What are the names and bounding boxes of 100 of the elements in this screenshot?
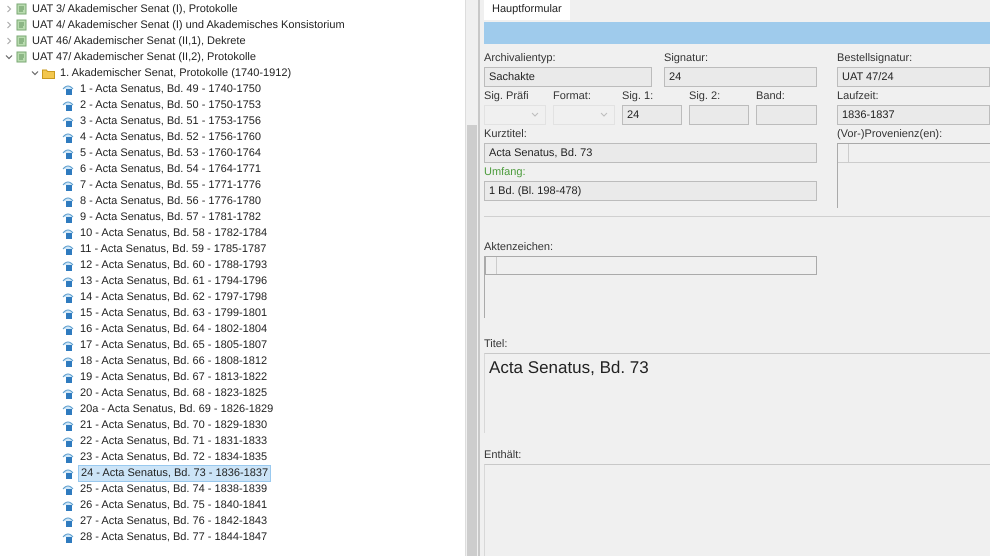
field-label: Bestellsignatur: bbox=[837, 52, 914, 64]
file-icon bbox=[62, 418, 75, 432]
chevron-icon bbox=[600, 112, 608, 118]
field-label: Umfang: bbox=[484, 166, 527, 178]
tree-item[interactable]: 3 - Acta Senatus, Bd. 51 - 1753-1756 bbox=[78, 114, 264, 128]
field-label: Format: bbox=[553, 90, 592, 102]
file-icon bbox=[62, 322, 75, 336]
field-label: Signatur: bbox=[664, 52, 710, 64]
tree-item[interactable]: 14 - Acta Senatus, Bd. 62 - 1797-1798 bbox=[78, 290, 270, 304]
file-icon bbox=[62, 178, 75, 192]
file-icon bbox=[62, 226, 75, 240]
file-icon bbox=[62, 498, 75, 512]
document-icon bbox=[16, 19, 27, 31]
file-icon bbox=[62, 434, 75, 448]
tree-item[interactable]: UAT 46/ Akademischer Senat (II,1), Dekrete bbox=[30, 34, 248, 48]
file-icon bbox=[62, 274, 75, 288]
tree-item[interactable]: UAT 47/ Akademischer Senat (II,2), Protokolle bbox=[30, 50, 258, 64]
tree-item[interactable]: 18 - Acta Senatus, Bd. 66 - 1808-1812 bbox=[78, 354, 270, 368]
tree-item[interactable]: 10 - Acta Senatus, Bd. 58 - 1782-1784 bbox=[78, 226, 270, 240]
file-icon bbox=[62, 482, 75, 496]
chevron-icon[interactable] bbox=[31, 69, 39, 77]
chevron-icon[interactable] bbox=[5, 53, 13, 61]
tree-item[interactable]: 26 - Acta Senatus, Bd. 75 - 1840-1841 bbox=[78, 498, 270, 512]
tree-item[interactable]: 23 - Acta Senatus, Bd. 72 - 1834-1835 bbox=[78, 450, 270, 464]
field-label: Enthält: bbox=[484, 449, 522, 461]
file-icon bbox=[62, 514, 75, 528]
document-icon bbox=[16, 3, 27, 15]
tree-item[interactable]: 9 - Acta Senatus, Bd. 57 - 1781-1782 bbox=[78, 210, 264, 224]
tree-item[interactable]: UAT 4/ Akademischer Senat (I) und Akademisches Konsistorium bbox=[30, 18, 347, 32]
input-field[interactable]: 1 Bd. (Bl. 198-478) bbox=[484, 181, 817, 201]
field-label: Archivalientyp: bbox=[484, 52, 557, 64]
tree-item[interactable]: 20 - Acta Senatus, Bd. 68 - 1823-1825 bbox=[78, 386, 270, 400]
tree-item[interactable]: 1 - Acta Senatus, Bd. 49 - 1740-1750 bbox=[78, 82, 264, 96]
tree-item[interactable]: 13 - Acta Senatus, Bd. 61 - 1794-1796 bbox=[78, 274, 270, 288]
input-field[interactable]: UAT 47/24 bbox=[837, 67, 990, 87]
tree-item[interactable]: 19 - Acta Senatus, Bd. 67 - 1813-1822 bbox=[78, 370, 270, 384]
input-field[interactable]: Acta Senatus, Bd. 73 bbox=[484, 143, 817, 163]
file-icon bbox=[62, 450, 75, 464]
field-label: Titel: bbox=[484, 338, 508, 350]
chevron-icon bbox=[531, 112, 539, 118]
file-icon bbox=[62, 530, 75, 544]
file-icon bbox=[62, 194, 75, 208]
tree-item[interactable]: 22 - Acta Senatus, Bd. 71 - 1831-1833 bbox=[78, 434, 270, 448]
field-label: Sig. Präfi bbox=[484, 90, 530, 102]
input-field[interactable] bbox=[756, 105, 817, 125]
file-icon bbox=[62, 130, 75, 144]
tree-item[interactable]: 24 - Acta Senatus, Bd. 73 - 1836-1837 bbox=[78, 464, 272, 482]
file-icon bbox=[62, 290, 75, 304]
file-icon bbox=[62, 306, 75, 320]
list-box[interactable] bbox=[484, 256, 817, 318]
tree-item[interactable]: 16 - Acta Senatus, Bd. 64 - 1802-1804 bbox=[78, 322, 270, 336]
field-label: Sig. 1: bbox=[622, 90, 654, 102]
file-icon bbox=[62, 146, 75, 160]
tree-item[interactable]: UAT 3/ Akademischer Senat (I), Protokolle bbox=[30, 2, 240, 16]
file-icon bbox=[62, 98, 75, 112]
tree-item[interactable]: 8 - Acta Senatus, Bd. 56 - 1776-1780 bbox=[78, 194, 264, 208]
file-icon bbox=[62, 114, 75, 128]
input-field[interactable]: Sachakte bbox=[484, 67, 652, 87]
file-icon bbox=[62, 402, 75, 416]
file-icon bbox=[62, 210, 75, 224]
field-label: Band: bbox=[756, 90, 786, 102]
tree-item[interactable]: 11 - Acta Senatus, Bd. 59 - 1785-1787 bbox=[78, 242, 268, 256]
tab[interactable]: Hauptformular bbox=[484, 0, 570, 20]
input-field[interactable]: 1836-1837 bbox=[837, 105, 990, 125]
text-area[interactable]: Acta Senatus, Bd. 73 bbox=[484, 353, 990, 433]
field-label: Kurztitel: bbox=[484, 128, 528, 140]
file-icon bbox=[62, 258, 75, 272]
input-field[interactable]: 24 bbox=[664, 67, 817, 87]
tree-item[interactable]: 4 - Acta Senatus, Bd. 52 - 1756-1760 bbox=[78, 130, 264, 144]
list-box[interactable] bbox=[837, 143, 990, 208]
field-label: Laufzeit: bbox=[837, 90, 880, 102]
field-label: Sig. 2: bbox=[689, 90, 722, 102]
tree-item[interactable]: 21 - Acta Senatus, Bd. 70 - 1829-1830 bbox=[78, 418, 270, 432]
file-icon bbox=[62, 82, 75, 96]
tree-item[interactable]: 17 - Acta Senatus, Bd. 65 - 1805-1807 bbox=[78, 338, 270, 352]
input-field[interactable]: 24 bbox=[622, 105, 682, 125]
file-icon bbox=[62, 386, 75, 400]
dropdown[interactable] bbox=[553, 105, 615, 125]
file-icon bbox=[62, 162, 75, 176]
document-icon bbox=[16, 51, 27, 63]
tree-item[interactable]: 12 - Acta Senatus, Bd. 60 - 1788-1793 bbox=[78, 258, 270, 272]
input-field[interactable] bbox=[689, 105, 749, 125]
folder-icon bbox=[42, 68, 55, 78]
tree-item[interactable]: 5 - Acta Senatus, Bd. 53 - 1760-1764 bbox=[78, 146, 264, 160]
tree-item[interactable]: 2 - Acta Senatus, Bd. 50 - 1750-1753 bbox=[78, 98, 264, 112]
scrollbar[interactable] bbox=[465, 0, 478, 556]
tree-item[interactable]: 7 - Acta Senatus, Bd. 55 - 1771-1776 bbox=[78, 178, 264, 192]
tree-item[interactable]: 20a - Acta Senatus, Bd. 69 - 1826-1829 bbox=[78, 402, 276, 416]
dropdown[interactable] bbox=[484, 105, 546, 125]
tree-item[interactable]: 25 - Acta Senatus, Bd. 74 - 1838-1839 bbox=[78, 482, 270, 496]
file-icon bbox=[62, 466, 75, 480]
file-icon bbox=[62, 370, 75, 384]
document-icon bbox=[16, 35, 27, 47]
file-icon bbox=[62, 242, 75, 256]
field-label: (Vor-)Provenienz(en): bbox=[837, 128, 944, 140]
tree-item[interactable]: 27 - Acta Senatus, Bd. 76 - 1842-1843 bbox=[78, 514, 270, 528]
tree-item[interactable]: 15 - Acta Senatus, Bd. 63 - 1799-1801 bbox=[78, 306, 270, 320]
tree-item[interactable]: 6 - Acta Senatus, Bd. 54 - 1764-1771 bbox=[78, 162, 264, 176]
tree-item[interactable]: 28 - Acta Senatus, Bd. 77 - 1844-1847 bbox=[78, 530, 270, 544]
tree-item[interactable]: 1. Akademischer Senat, Protokolle (1740-1912) bbox=[58, 66, 294, 80]
